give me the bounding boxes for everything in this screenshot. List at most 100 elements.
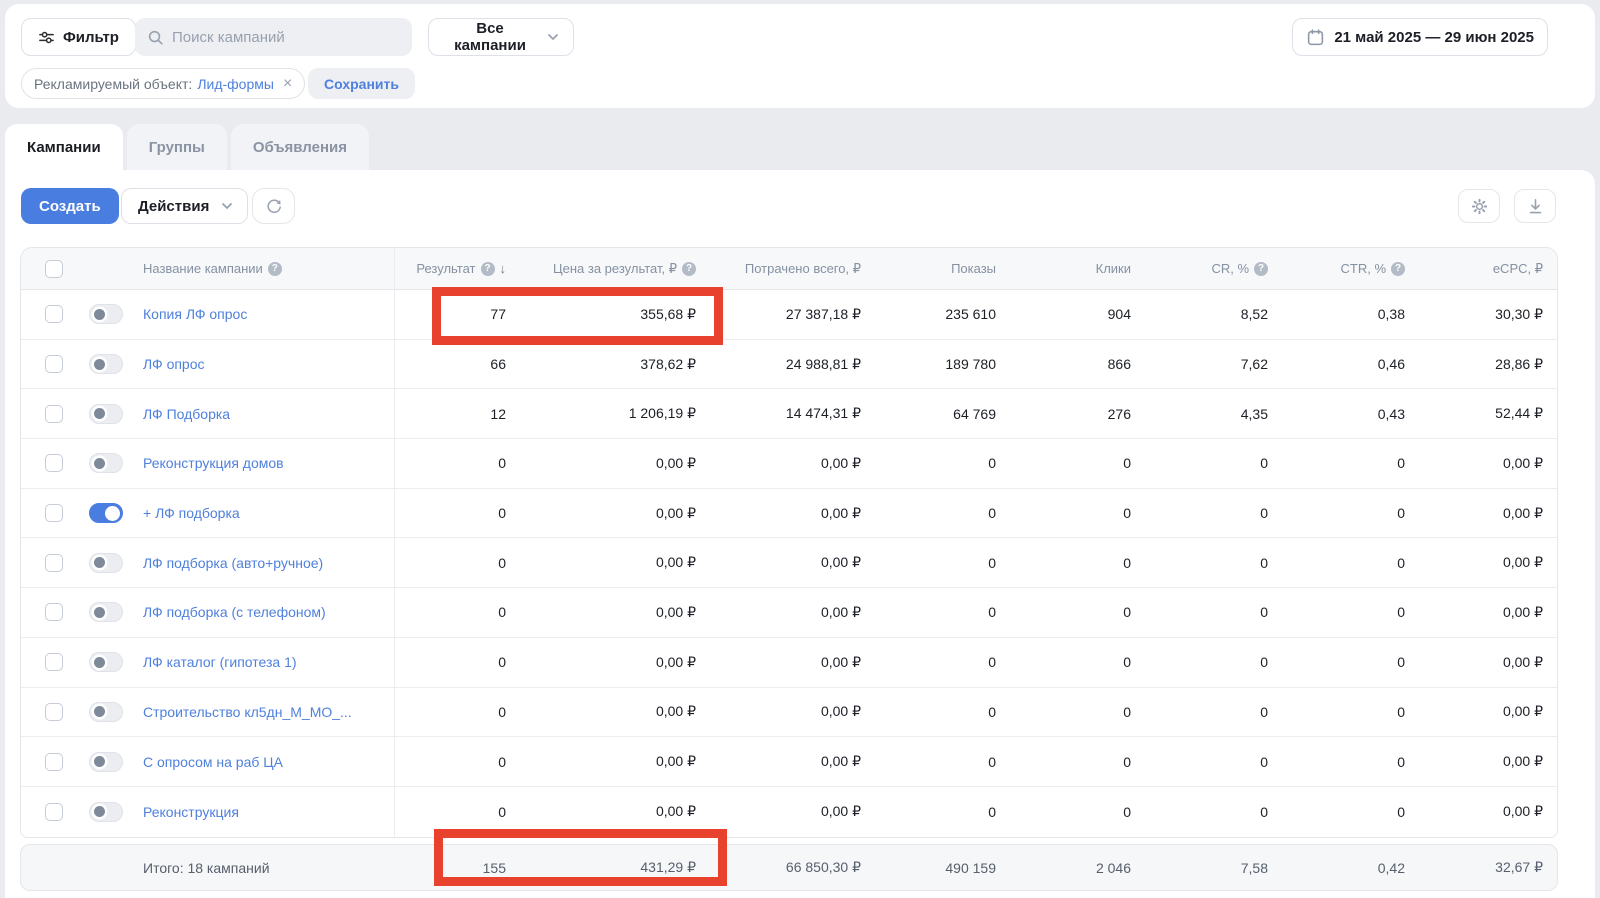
select-all-checkbox[interactable] xyxy=(45,260,63,278)
campaign-toggle[interactable] xyxy=(89,453,123,473)
campaigns-table: Название кампании ? Результат ? ↓ Цена з… xyxy=(20,247,1558,838)
table-row: ЛФ Подборка 12 1 206,19 ₽ 14 474,31 ₽ 64… xyxy=(21,389,1557,439)
totals-ctr: 0,42 xyxy=(1268,845,1405,890)
campaign-toggle[interactable] xyxy=(89,404,123,424)
column-header-cost-per-result[interactable]: Цена за результат, ₽ ? xyxy=(506,248,696,289)
column-header-result[interactable]: Результат ? ↓ xyxy=(394,248,506,289)
date-range-picker[interactable]: 21 май 2025 — 29 июн 2025 xyxy=(1292,18,1548,56)
filter-panel: Фильтр Все кампании 21 май 2025 — 29 июн… xyxy=(5,4,1595,108)
campaign-name-link[interactable]: ЛФ каталог (гипотеза 1) xyxy=(143,654,297,670)
cell-cost-per-result: 0,00 ₽ xyxy=(506,737,696,786)
help-icon[interactable]: ? xyxy=(268,262,282,276)
cell-ecpc: 0,00 ₽ xyxy=(1405,688,1558,737)
help-icon[interactable]: ? xyxy=(1254,262,1268,276)
cell-cost-per-result: 0,00 ₽ xyxy=(506,538,696,587)
campaign-name-link[interactable]: Строительство кл5дн_М_МО_... xyxy=(143,704,352,720)
cell-clicks: 0 xyxy=(996,588,1131,637)
tab-campaigns[interactable]: Кампании xyxy=(5,124,123,170)
column-header-impressions[interactable]: Показы xyxy=(861,248,996,289)
campaign-toggle[interactable] xyxy=(89,602,123,622)
actions-button[interactable]: Действия xyxy=(121,188,248,224)
cell-cost-per-result: 355,68 ₽ xyxy=(506,290,696,339)
save-filter-button[interactable]: Сохранить xyxy=(308,68,415,99)
row-checkbox[interactable] xyxy=(45,753,63,771)
campaign-name-link[interactable]: ЛФ опрос xyxy=(143,356,205,372)
campaign-name-link[interactable]: Копия ЛФ опрос xyxy=(143,306,247,322)
row-checkbox[interactable] xyxy=(45,305,63,323)
help-icon[interactable]: ? xyxy=(682,262,696,276)
close-icon[interactable]: × xyxy=(283,76,292,92)
campaign-name-link[interactable]: Реконструкция xyxy=(143,804,239,820)
row-checkbox[interactable] xyxy=(45,603,63,621)
campaign-name-link[interactable]: + ЛФ подборка xyxy=(143,505,240,521)
row-checkbox[interactable] xyxy=(45,504,63,522)
cell-spent: 0,00 ₽ xyxy=(696,688,861,737)
cell-result: 0 xyxy=(394,538,506,587)
column-header-ecpc[interactable]: eCPC, ₽ xyxy=(1405,248,1558,289)
search-field[interactable] xyxy=(135,18,412,56)
column-header-cr[interactable]: CR, % ? xyxy=(1131,248,1268,289)
campaign-name-link[interactable]: ЛФ Подборка xyxy=(143,406,230,422)
refresh-button[interactable] xyxy=(252,188,295,224)
column-header-spent[interactable]: Потрачено всего, ₽ xyxy=(696,248,861,289)
campaign-toggle[interactable] xyxy=(89,702,123,722)
cell-impressions: 64 769 xyxy=(861,389,996,438)
tab-groups[interactable]: Группы xyxy=(127,124,227,170)
cell-ctr: 0,38 xyxy=(1268,290,1405,339)
totals-cr: 7,58 xyxy=(1131,845,1268,890)
download-icon xyxy=(1526,197,1545,216)
cell-ecpc: 30,30 ₽ xyxy=(1405,290,1558,339)
row-checkbox[interactable] xyxy=(45,653,63,671)
cell-spent: 14 474,31 ₽ xyxy=(696,389,861,438)
table-totals-row: Итого: 18 кампаний 155 431,29 ₽ 66 850,3… xyxy=(20,844,1558,891)
campaign-scope-select[interactable]: Все кампании xyxy=(428,18,574,56)
table-body: Копия ЛФ опрос 77 355,68 ₽ 27 387,18 ₽ 2… xyxy=(21,290,1557,837)
cell-clicks: 0 xyxy=(996,688,1131,737)
campaign-name-link[interactable]: С опросом на раб ЦА xyxy=(143,754,283,770)
cell-ecpc: 52,44 ₽ xyxy=(1405,389,1558,438)
cell-result: 0 xyxy=(394,737,506,786)
cell-ecpc: 0,00 ₽ xyxy=(1405,638,1558,687)
tab-ads[interactable]: Объявления xyxy=(231,124,369,170)
column-header-ctr[interactable]: CTR, % ? xyxy=(1268,248,1405,289)
campaign-toggle[interactable] xyxy=(89,802,123,822)
column-header-name[interactable]: Название кампании ? xyxy=(131,248,394,289)
active-filter-chip: Рекламируемый объект: Лид-формы × xyxy=(21,68,305,99)
cell-spent: 0,00 ₽ xyxy=(696,489,861,538)
campaign-toggle[interactable] xyxy=(89,553,123,573)
row-checkbox[interactable] xyxy=(45,454,63,472)
campaign-toggle[interactable] xyxy=(89,503,123,523)
campaign-toggle[interactable] xyxy=(89,304,123,324)
cell-ctr: 0,43 xyxy=(1268,389,1405,438)
campaign-toggle[interactable] xyxy=(89,354,123,374)
row-checkbox[interactable] xyxy=(45,803,63,821)
filter-button[interactable]: Фильтр xyxy=(21,18,136,56)
campaign-toggle[interactable] xyxy=(89,652,123,672)
row-checkbox[interactable] xyxy=(45,405,63,423)
cell-result: 12 xyxy=(394,389,506,438)
cell-impressions: 0 xyxy=(861,489,996,538)
row-checkbox[interactable] xyxy=(45,355,63,373)
create-button[interactable]: Создать xyxy=(21,188,119,224)
help-icon[interactable]: ? xyxy=(481,262,495,276)
chip-value: Лид-формы xyxy=(197,76,274,92)
cell-clicks: 0 xyxy=(996,538,1131,587)
campaign-name-link[interactable]: Реконструкция домов xyxy=(143,455,284,471)
search-input[interactable] xyxy=(172,29,400,46)
row-checkbox[interactable] xyxy=(45,554,63,572)
cell-cost-per-result: 0,00 ₽ xyxy=(506,439,696,488)
totals-label: Итого: 18 кампаний xyxy=(131,845,394,890)
row-checkbox[interactable] xyxy=(45,703,63,721)
campaign-toggle[interactable] xyxy=(89,752,123,772)
column-header-clicks[interactable]: Клики xyxy=(996,248,1131,289)
campaign-name-link[interactable]: ЛФ подборка (с телефоном) xyxy=(143,604,326,620)
export-button[interactable] xyxy=(1514,189,1556,223)
cell-ctr: 0 xyxy=(1268,688,1405,737)
cell-impressions: 0 xyxy=(861,538,996,587)
cell-cost-per-result: 0,00 ₽ xyxy=(506,688,696,737)
settings-button[interactable] xyxy=(1458,189,1500,223)
help-icon[interactable]: ? xyxy=(1391,262,1405,276)
campaign-name-link[interactable]: ЛФ подборка (авто+ручное) xyxy=(143,555,323,571)
cell-result: 0 xyxy=(394,638,506,687)
cell-ecpc: 0,00 ₽ xyxy=(1405,439,1558,488)
